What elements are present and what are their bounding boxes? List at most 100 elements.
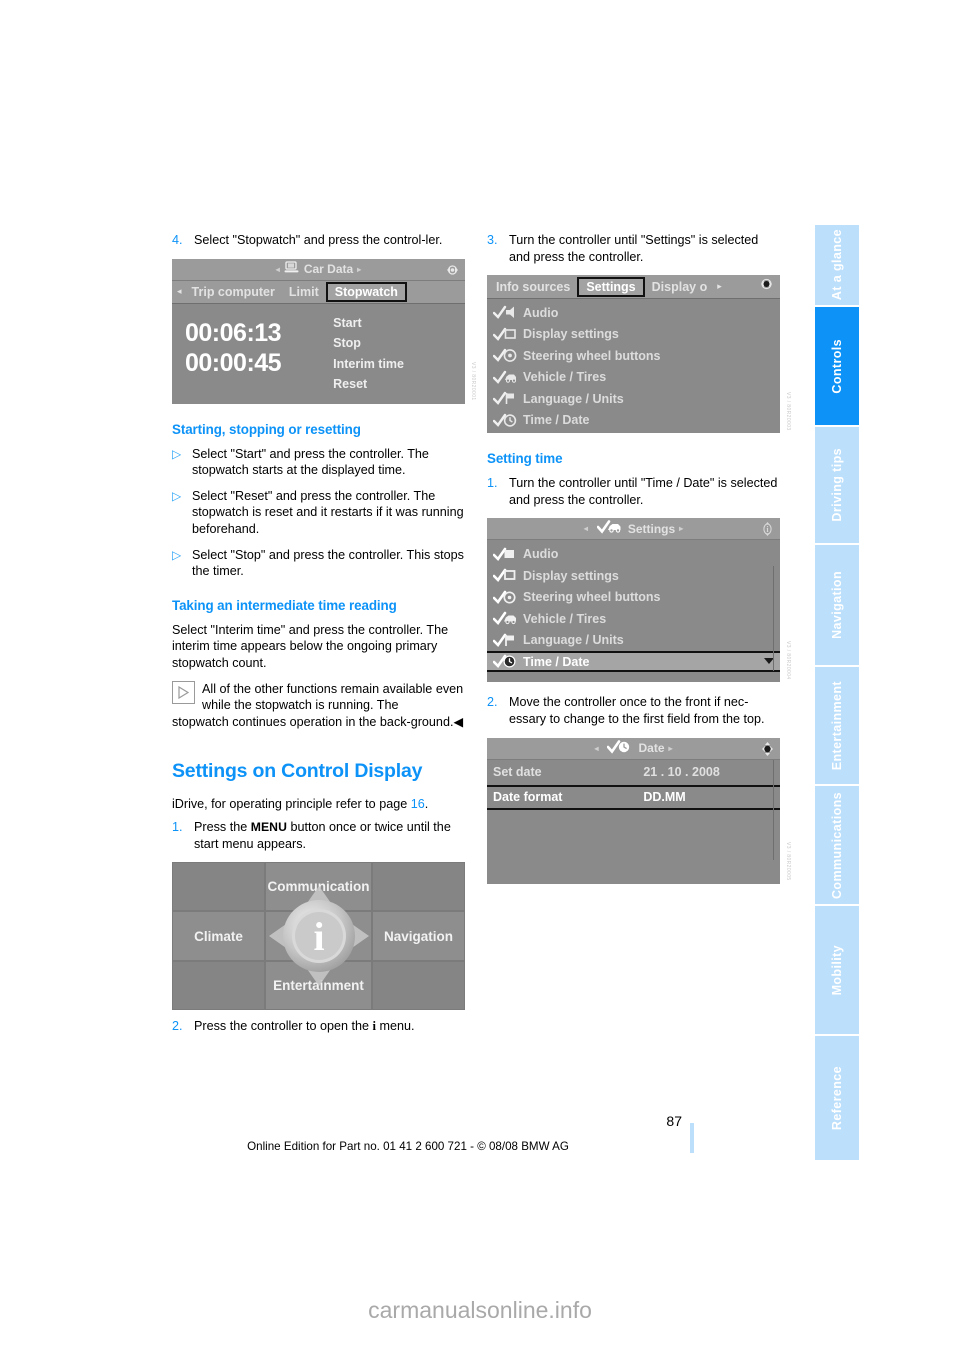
right-arrow-icon[interactable]: ▸: [669, 744, 673, 753]
sidebar-tab-label: Driving tips: [830, 448, 844, 522]
date-row-label: Set date: [493, 765, 542, 780]
note-text: All of the other functions remain availa…: [202, 681, 464, 713]
settings-item-language-units[interactable]: Language / Units: [487, 388, 780, 410]
date-row-label: Date format: [493, 790, 563, 805]
sidebar-tab-label: Reference: [830, 1065, 844, 1131]
left-text-column: 4. Select "Stopwatch" and press the cont…: [172, 232, 476, 1035]
screen-tab-display-o[interactable]: Display o: [645, 280, 715, 294]
check-flag-icon: [493, 633, 523, 648]
screen-tab-row: ◂ Trip computer Limit Stopwatch: [172, 280, 465, 304]
settings-item-vehicle-tires[interactable]: Vehicle / Tires: [487, 367, 780, 389]
screen-tab-settings[interactable]: Settings: [577, 276, 645, 297]
left-arrow-icon[interactable]: ◂: [584, 524, 588, 533]
screen-tab-trip-computer[interactable]: Trip computer: [185, 285, 282, 299]
settings-item-audio[interactable]: Audio: [487, 543, 780, 565]
stopwatch-option-stop[interactable]: Stop: [333, 333, 465, 354]
stopwatch-option-start[interactable]: Start: [333, 313, 465, 334]
sidebar-tab-label: Navigation: [830, 571, 844, 639]
settings-item-audio[interactable]: Audio: [487, 302, 780, 324]
step-text: Move the controller once to the front if…: [509, 695, 765, 726]
date-row-value: DD.MM: [643, 790, 686, 805]
date-settings-table: Set date 21 . 10 . 2008 Date format DD.M…: [487, 759, 780, 860]
figure-code: V3 / 80R20001: [470, 362, 476, 401]
scroll-right-icon[interactable]: ▸: [714, 281, 725, 292]
step-number: 1.: [172, 819, 183, 834]
screen-tab-limit[interactable]: Limit: [282, 285, 326, 299]
settings-menu-list: Audio Display settings Steering wheel bu…: [487, 299, 780, 433]
screen-tab-info-sources[interactable]: Info sources: [489, 280, 577, 294]
stopwatch-option-interim-time[interactable]: Interim time: [333, 354, 465, 375]
settings-item-language-units[interactable]: Language / Units: [487, 629, 780, 651]
scroll-left-icon[interactable]: ◂: [174, 286, 185, 297]
stopwatch-primary-time: 00:06:13: [185, 318, 282, 347]
sidebar-tab-label: Controls: [830, 338, 844, 394]
figure-code: V3 / 80R20005: [785, 842, 791, 881]
stopwatch-interim-time: 00:00:45: [185, 348, 282, 377]
check-speaker-icon: [493, 547, 523, 562]
step-item-2: 2. Press the controller to open the i me…: [172, 1018, 465, 1035]
controller-knob-icon: [758, 276, 778, 297]
triangle-bullet-icon: ▷: [172, 547, 182, 562]
figure-code: V3 / 80R20003: [785, 391, 791, 431]
sidebar-tab-controls[interactable]: Controls: [815, 307, 859, 425]
settings-item-steering-wheel-buttons[interactable]: Steering wheel buttons: [487, 586, 780, 608]
sidebar-tab-at-a-glance[interactable]: At a glance: [815, 225, 859, 305]
settings-item-steering-wheel-buttons[interactable]: Steering wheel buttons: [487, 345, 780, 367]
screen-scrollbar[interactable]: [770, 759, 777, 860]
note-triangle-icon: [172, 680, 195, 704]
screen-tab-row: Info sources Settings Display o ▸: [487, 275, 780, 300]
settings-item-label: Steering wheel buttons: [523, 348, 661, 363]
stopwatch-body: 00:06:13 00:00:45 Start Stop Interim tim…: [172, 304, 465, 404]
bullet-item: ▷ Select "Start" and press the controlle…: [172, 446, 465, 479]
settings-item-label: Language / Units: [523, 633, 624, 648]
date-row-date-format[interactable]: Date format DD.MM: [487, 784, 780, 810]
idrive-reference-pre: iDrive, for operating principle refer to…: [172, 797, 411, 812]
triangle-bullet-icon: ▷: [172, 488, 182, 503]
settings-item-label: Vehicle / Tires: [523, 370, 607, 385]
date-row-set-date[interactable]: Set date 21 . 10 . 2008: [487, 760, 780, 785]
step-text: Turn the controller until "Settings" is …: [509, 233, 759, 264]
check-display-icon: [493, 568, 523, 583]
sidebar-tab-mobility[interactable]: Mobility: [815, 906, 859, 1034]
sidebar-tab-reference[interactable]: Reference: [815, 1036, 859, 1160]
right-arrow-icon: ▸: [357, 264, 362, 274]
sidebar-tab-driving-tips[interactable]: Driving tips: [815, 427, 859, 543]
settings-item-label: Time / Date: [523, 413, 590, 428]
settings-item-display-settings[interactable]: Display settings: [487, 565, 780, 587]
settings-item-label: Vehicle / Tires: [523, 611, 607, 626]
sidebar-tab-label: Entertainment: [830, 680, 844, 771]
sidebar-tab-navigation[interactable]: Navigation: [815, 545, 859, 665]
check-speaker-icon: [493, 305, 523, 320]
start-menu-cell-climate[interactable]: Climate: [172, 911, 266, 961]
step-text: Press the controller to open the i menu.: [194, 1018, 465, 1035]
sidebar-tab-label: Communications: [830, 791, 844, 899]
sidebar-tab-entertainment[interactable]: Entertainment: [815, 667, 859, 784]
sidebar-tab-label: At a glance: [830, 229, 844, 301]
screen-tab-stopwatch[interactable]: Stopwatch: [325, 281, 407, 302]
bullet-text: Select "Start" and press the controller.…: [192, 446, 429, 478]
page-reference-link[interactable]: 16: [411, 797, 425, 811]
left-arrow-icon[interactable]: ◂: [594, 744, 598, 753]
settings-item-display-settings[interactable]: Display settings: [487, 324, 780, 346]
start-menu-cell-empty: [172, 862, 266, 912]
idrive-reference-line: iDrive, for operating principle refer to…: [172, 796, 465, 813]
step-item-1: 1. Turn the controller until "Time / Dat…: [487, 475, 780, 508]
triangle-bullet-icon: ▷: [172, 446, 182, 461]
settings-item-time-date[interactable]: Time / Date: [487, 650, 780, 673]
sidebar-tab-communications[interactable]: Communications: [815, 786, 859, 904]
start-menu-cell-navigation[interactable]: Navigation: [371, 911, 465, 961]
stopwatch-option-reset[interactable]: Reset: [333, 374, 465, 395]
settings-item-time-date[interactable]: Time / Date: [487, 410, 780, 432]
step-text-pre: Press the: [194, 819, 251, 834]
settings-tabs-screen-figure: Info sources Settings Display o ▸ Audio: [487, 275, 791, 434]
settings-item-vehicle-tires[interactable]: Vehicle / Tires: [487, 608, 780, 630]
step-text: Press the MENU button once or twice unti…: [194, 819, 465, 852]
screen-scrollbar[interactable]: [770, 566, 777, 672]
heading-intermediate-time: Taking an intermediate time reading: [172, 597, 397, 613]
check-car-icon: [493, 370, 523, 385]
right-arrow-icon[interactable]: ▸: [679, 524, 683, 533]
step-text-pre: Press the controller to open the: [194, 1019, 373, 1034]
edition-line: Online Edition for Part no. 01 41 2 600 …: [247, 1140, 569, 1153]
left-arrow-icon: ◂: [275, 264, 280, 274]
note-block: All of the other functions remain availa…: [172, 680, 465, 714]
